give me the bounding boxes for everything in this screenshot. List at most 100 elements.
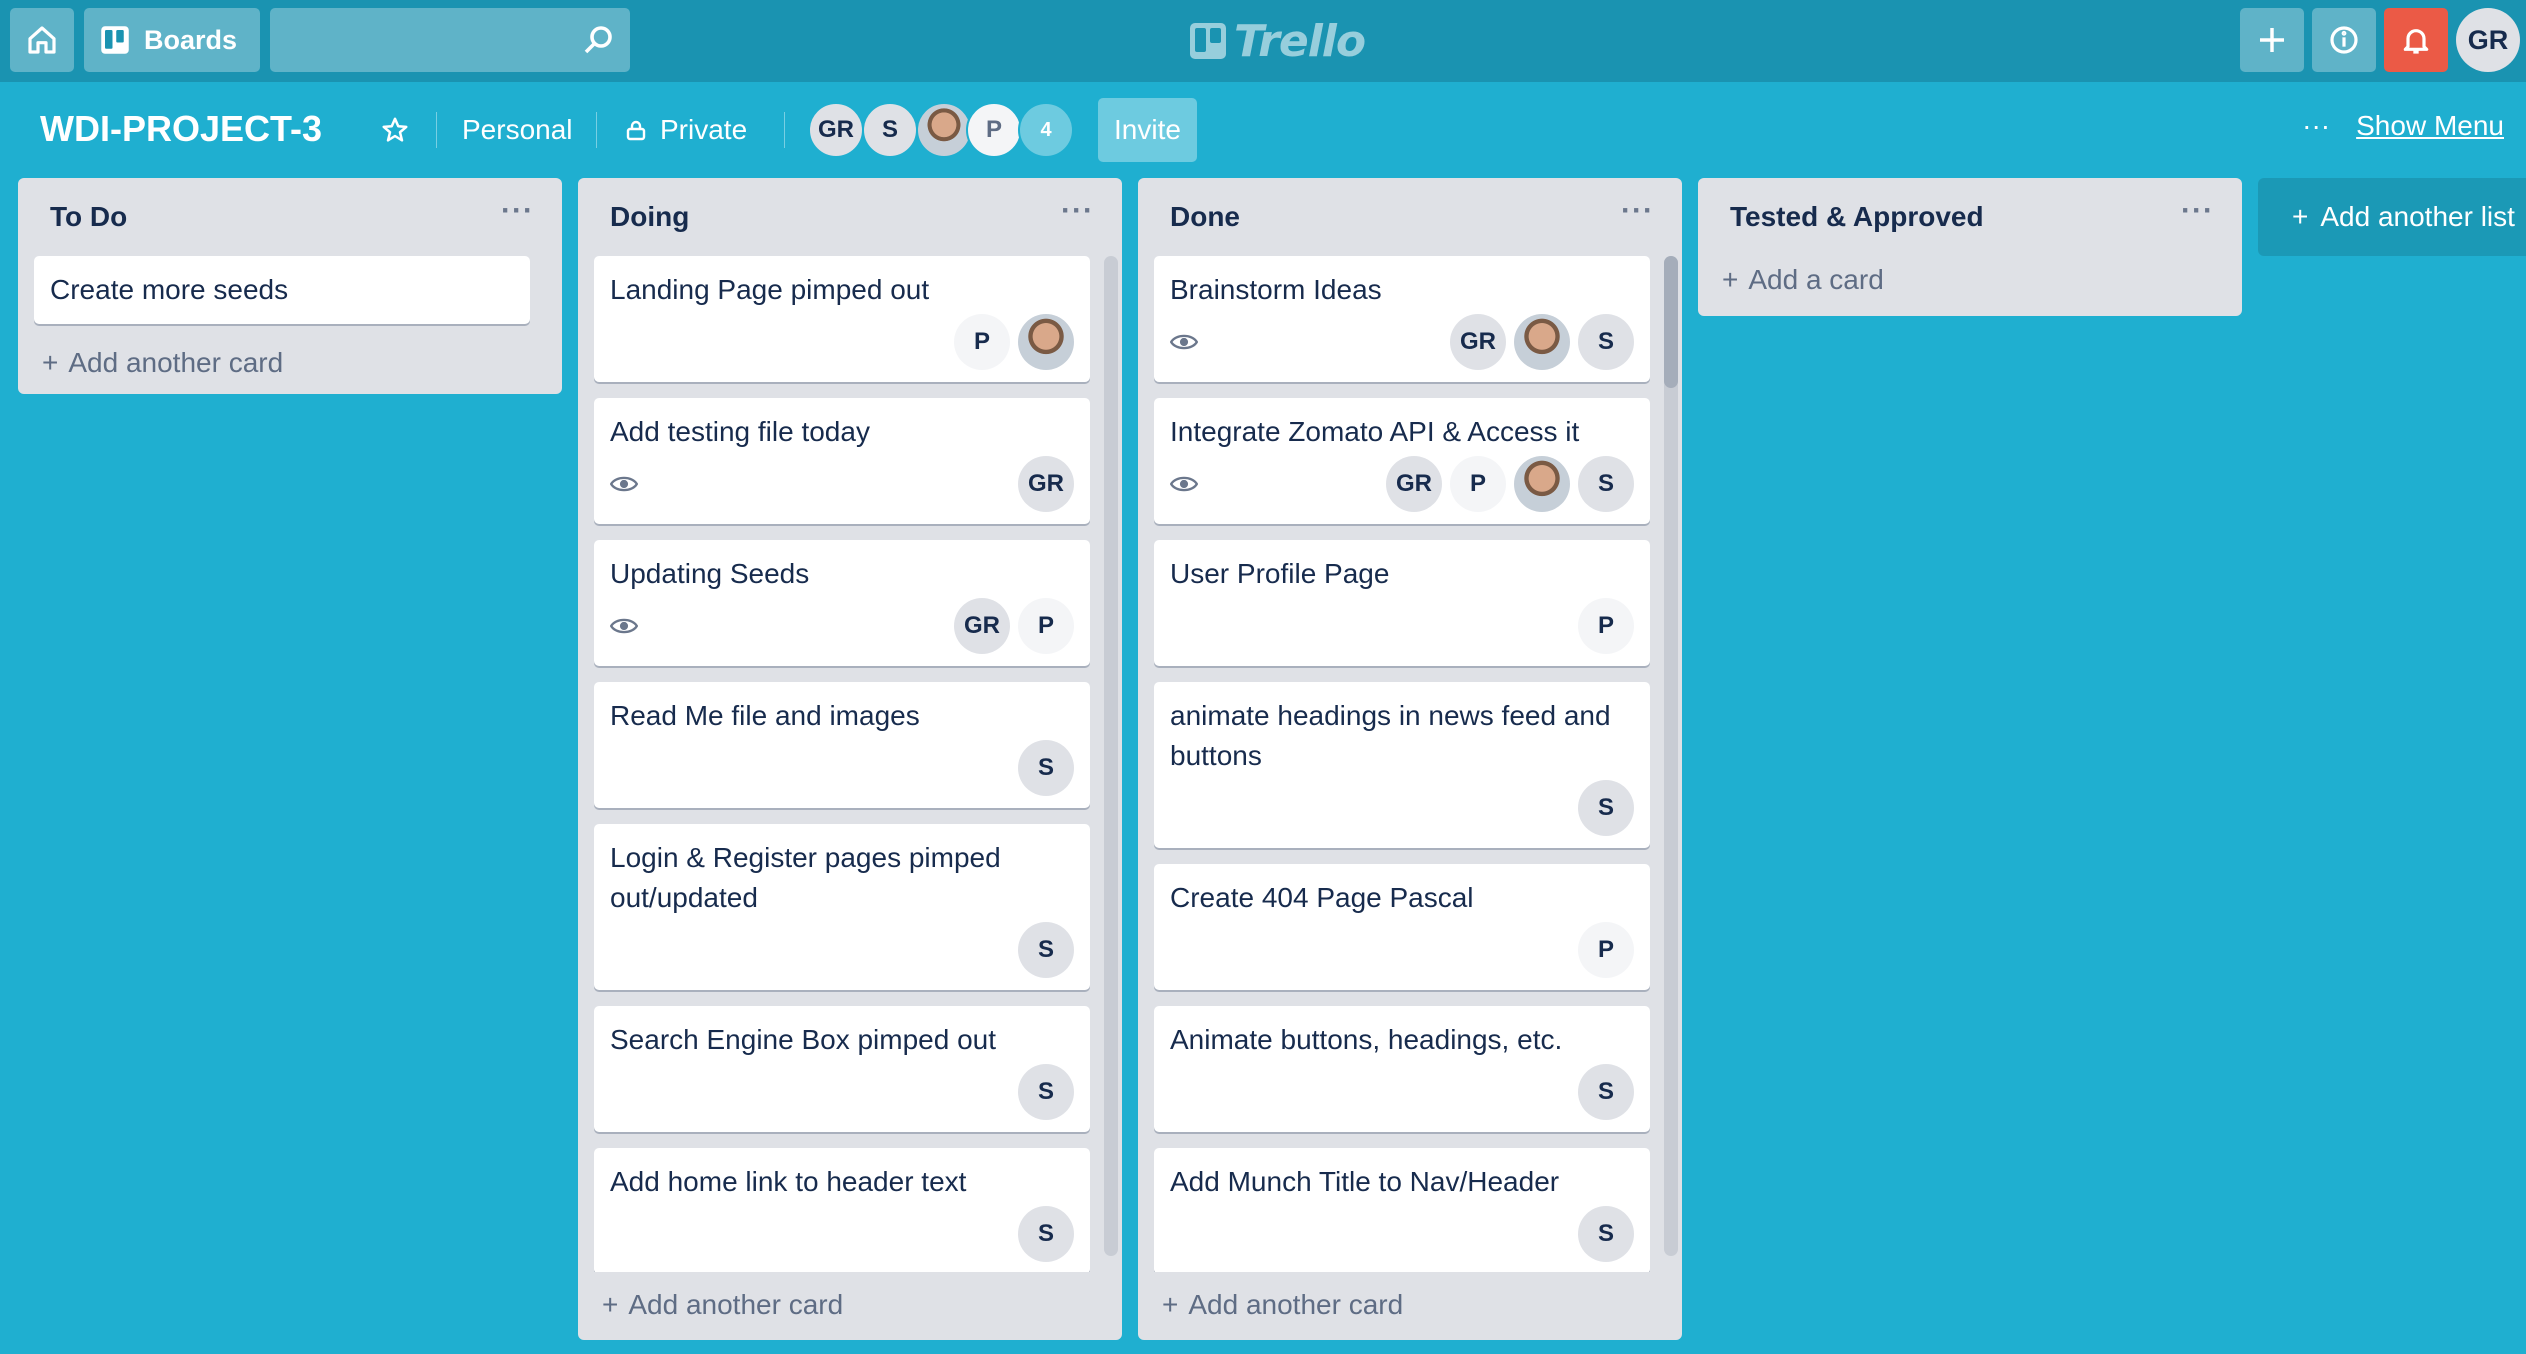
card-title: Add testing file today bbox=[610, 416, 870, 447]
member-avatar-photo[interactable] bbox=[1018, 314, 1074, 370]
create-button[interactable] bbox=[2240, 8, 2304, 72]
scrollbar[interactable] bbox=[1664, 256, 1678, 1256]
user-avatar[interactable]: GR bbox=[2456, 8, 2520, 72]
member-avatar-gr[interactable]: GR bbox=[1386, 456, 1442, 512]
board-title[interactable]: WDI-PROJECT-3 bbox=[40, 108, 322, 150]
member-avatar-s[interactable]: S bbox=[1018, 922, 1074, 978]
card-footer: P bbox=[610, 314, 1074, 370]
card[interactable]: animate headings in news feed and button… bbox=[1154, 682, 1650, 848]
card[interactable]: Animate buttons, headings, etc. S bbox=[1154, 1006, 1650, 1132]
card[interactable]: Add home link to header text S bbox=[594, 1148, 1090, 1272]
more-icon: ··· bbox=[2302, 110, 2331, 141]
list-title[interactable]: Doing bbox=[610, 201, 689, 233]
card-title: Login & Register pages pimped out/update… bbox=[610, 842, 1001, 913]
member-avatar-p[interactable]: P bbox=[954, 314, 1010, 370]
card[interactable]: Landing Page pimped out P bbox=[594, 256, 1090, 382]
member-avatar-s[interactable]: S bbox=[1578, 1206, 1634, 1262]
scrollbar-thumb[interactable] bbox=[1664, 256, 1678, 388]
info-button[interactable] bbox=[2312, 8, 2376, 72]
add-card-button[interactable]: + Add another card bbox=[18, 332, 562, 394]
member-avatar-p[interactable]: P bbox=[1578, 598, 1634, 654]
card[interactable]: Updating Seeds GR P bbox=[594, 540, 1090, 666]
eye-icon bbox=[610, 476, 638, 492]
card[interactable]: Brainstorm Ideas GR S bbox=[1154, 256, 1650, 382]
more-members-count[interactable]: 4 bbox=[1018, 102, 1074, 158]
card[interactable]: Add Munch Title to Nav/Header S bbox=[1154, 1148, 1650, 1272]
add-card-button[interactable]: + Add another card bbox=[1138, 1272, 1682, 1338]
member-avatar-photo[interactable] bbox=[916, 102, 972, 158]
member-avatar-p[interactable]: P bbox=[1450, 456, 1506, 512]
trello-logo-icon bbox=[1190, 23, 1226, 59]
member-avatar-s[interactable]: S bbox=[1578, 314, 1634, 370]
card[interactable]: Search Engine Box pimped out S bbox=[594, 1006, 1090, 1132]
search-icon bbox=[584, 26, 612, 54]
list-menu-icon[interactable]: ··· bbox=[501, 196, 534, 226]
trello-logo[interactable]: Trello bbox=[1190, 14, 1366, 68]
add-card-label: Add another card bbox=[68, 347, 284, 378]
card-members: GR S bbox=[1450, 314, 1634, 370]
list-title[interactable]: Tested & Approved bbox=[1730, 201, 1984, 233]
member-avatar-p[interactable]: P bbox=[1018, 598, 1074, 654]
invite-button[interactable]: Invite bbox=[1098, 98, 1197, 162]
star-icon bbox=[382, 117, 408, 142]
team-button[interactable]: Personal bbox=[462, 106, 573, 154]
add-card-button[interactable]: + Add a card bbox=[1698, 244, 2242, 316]
eye-icon bbox=[1170, 334, 1198, 350]
show-menu-button[interactable]: ··· Show Menu bbox=[2302, 110, 2504, 142]
member-avatar-p[interactable]: P bbox=[1578, 922, 1634, 978]
card-footer: S bbox=[610, 1064, 1074, 1120]
member-avatar-s[interactable]: S bbox=[1578, 780, 1634, 836]
card-title: Create more seeds bbox=[50, 274, 289, 305]
member-avatar-gr[interactable]: GR bbox=[1018, 456, 1074, 512]
add-list-button[interactable]: + Add another list bbox=[2258, 178, 2526, 256]
member-avatar-photo[interactable] bbox=[1514, 456, 1570, 512]
scrollbar[interactable] bbox=[1104, 256, 1118, 1256]
eye-icon bbox=[1170, 476, 1198, 492]
member-avatar-s[interactable]: S bbox=[1578, 456, 1634, 512]
card[interactable]: User Profile Page P bbox=[1154, 540, 1650, 666]
card-members: P bbox=[1578, 922, 1634, 978]
list-menu-icon[interactable]: ··· bbox=[1621, 196, 1654, 226]
home-button[interactable] bbox=[10, 8, 74, 72]
card-members: S bbox=[1018, 740, 1074, 796]
card-title: Read Me file and images bbox=[610, 700, 920, 731]
member-avatar-s[interactable]: S bbox=[1578, 1064, 1634, 1120]
card-members: GR P S bbox=[1386, 456, 1634, 512]
boards-button[interactable]: Boards bbox=[84, 8, 260, 72]
card[interactable]: Integrate Zomato API & Access it GR P S bbox=[1154, 398, 1650, 524]
card[interactable]: Create more seeds bbox=[34, 256, 530, 324]
card-footer: GR P S bbox=[1170, 456, 1634, 512]
member-avatar-s[interactable]: S bbox=[1018, 740, 1074, 796]
star-button[interactable] bbox=[380, 106, 410, 154]
member-avatar-gr[interactable]: GR bbox=[808, 102, 864, 158]
card-footer: S bbox=[1170, 1064, 1634, 1120]
list-title[interactable]: To Do bbox=[50, 201, 127, 233]
add-card-button[interactable]: + Add another card bbox=[578, 1272, 1122, 1338]
separator bbox=[784, 112, 785, 148]
plus-icon: + bbox=[2292, 201, 2309, 232]
card[interactable]: Login & Register pages pimped out/update… bbox=[594, 824, 1090, 990]
member-avatar-p[interactable]: P bbox=[966, 102, 1022, 158]
notifications-button[interactable] bbox=[2384, 8, 2448, 72]
list-menu-icon[interactable]: ··· bbox=[2181, 196, 2214, 226]
list-title[interactable]: Done bbox=[1170, 201, 1240, 233]
member-avatar-s[interactable]: S bbox=[1018, 1206, 1074, 1262]
plus-icon: + bbox=[42, 347, 59, 378]
member-avatar-photo[interactable] bbox=[1514, 314, 1570, 370]
home-icon bbox=[28, 26, 56, 54]
card[interactable]: Read Me file and images S bbox=[594, 682, 1090, 808]
card[interactable]: Create 404 Page Pascal P bbox=[1154, 864, 1650, 990]
member-avatar-gr[interactable]: GR bbox=[954, 598, 1010, 654]
card-members: P bbox=[954, 314, 1074, 370]
list-menu-icon[interactable]: ··· bbox=[1061, 196, 1094, 226]
card-footer: S bbox=[610, 1206, 1074, 1262]
card-container: Create more seeds bbox=[18, 256, 562, 324]
visibility-button[interactable]: Private bbox=[624, 106, 747, 154]
card-title: Add Munch Title to Nav/Header bbox=[1170, 1166, 1560, 1197]
search-input[interactable] bbox=[270, 8, 630, 72]
member-avatar-s[interactable]: S bbox=[1018, 1064, 1074, 1120]
card[interactable]: Add testing file today GR bbox=[594, 398, 1090, 524]
member-avatar-gr[interactable]: GR bbox=[1450, 314, 1506, 370]
member-avatar-s[interactable]: S bbox=[862, 102, 918, 158]
card-footer: GR P bbox=[610, 598, 1074, 654]
